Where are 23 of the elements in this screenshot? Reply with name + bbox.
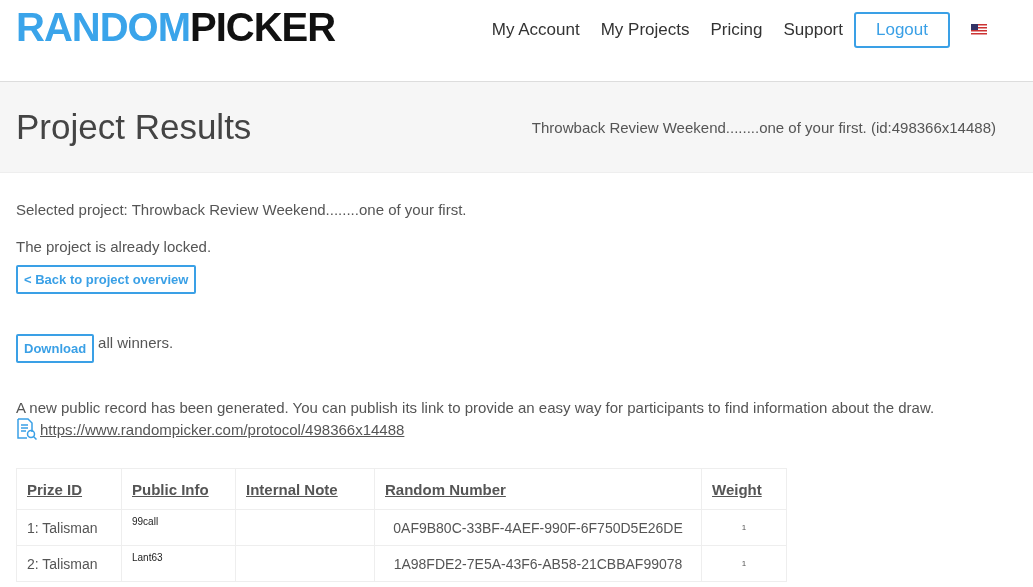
page-title: Project Results xyxy=(16,107,252,147)
table-cell: 1 xyxy=(701,545,787,582)
column-header[interactable]: Random Number xyxy=(385,480,506,498)
nav-link[interactable]: Support xyxy=(783,19,843,40)
record-link[interactable]: https://www.randompicker.com/protocol/498366x14488 xyxy=(40,420,405,438)
table-cell: 99call xyxy=(121,509,236,546)
table-cell: 2: Talisman xyxy=(16,545,122,582)
nav-link[interactable]: My Account xyxy=(491,19,580,40)
locked-note: The project is already locked. xyxy=(16,238,213,255)
download-text: all winners. xyxy=(98,334,174,351)
table-cell: 1A98FDE2-7E5A-43F6-AB58-21CBBAF99078 xyxy=(374,545,702,582)
selected-project-text: Selected project: Throwback Review Weekend........one of your first. xyxy=(16,201,468,218)
project-subtitle: Throwback Review Weekend........one of your first. (id:498366x14488) xyxy=(531,118,996,136)
logo[interactable]: RANDOMPICKER xyxy=(16,5,336,50)
nav-link[interactable]: My Projects xyxy=(600,19,690,40)
nav-link[interactable]: Pricing xyxy=(710,19,763,40)
table-cell: 1 xyxy=(701,509,787,546)
record-note: A new public record has been generated. You can publish its link to provide an easy way for participants to find information about the draw. xyxy=(16,399,936,416)
table-cell: Lant63 xyxy=(121,545,236,582)
document-search-icon xyxy=(16,418,38,440)
table-cell: 0AF9B80C-33BF-4AEF-990F-6F750D5E26DE xyxy=(374,509,702,546)
table-cell: 1: Talisman xyxy=(16,509,122,546)
flag-icon[interactable] xyxy=(971,24,987,35)
